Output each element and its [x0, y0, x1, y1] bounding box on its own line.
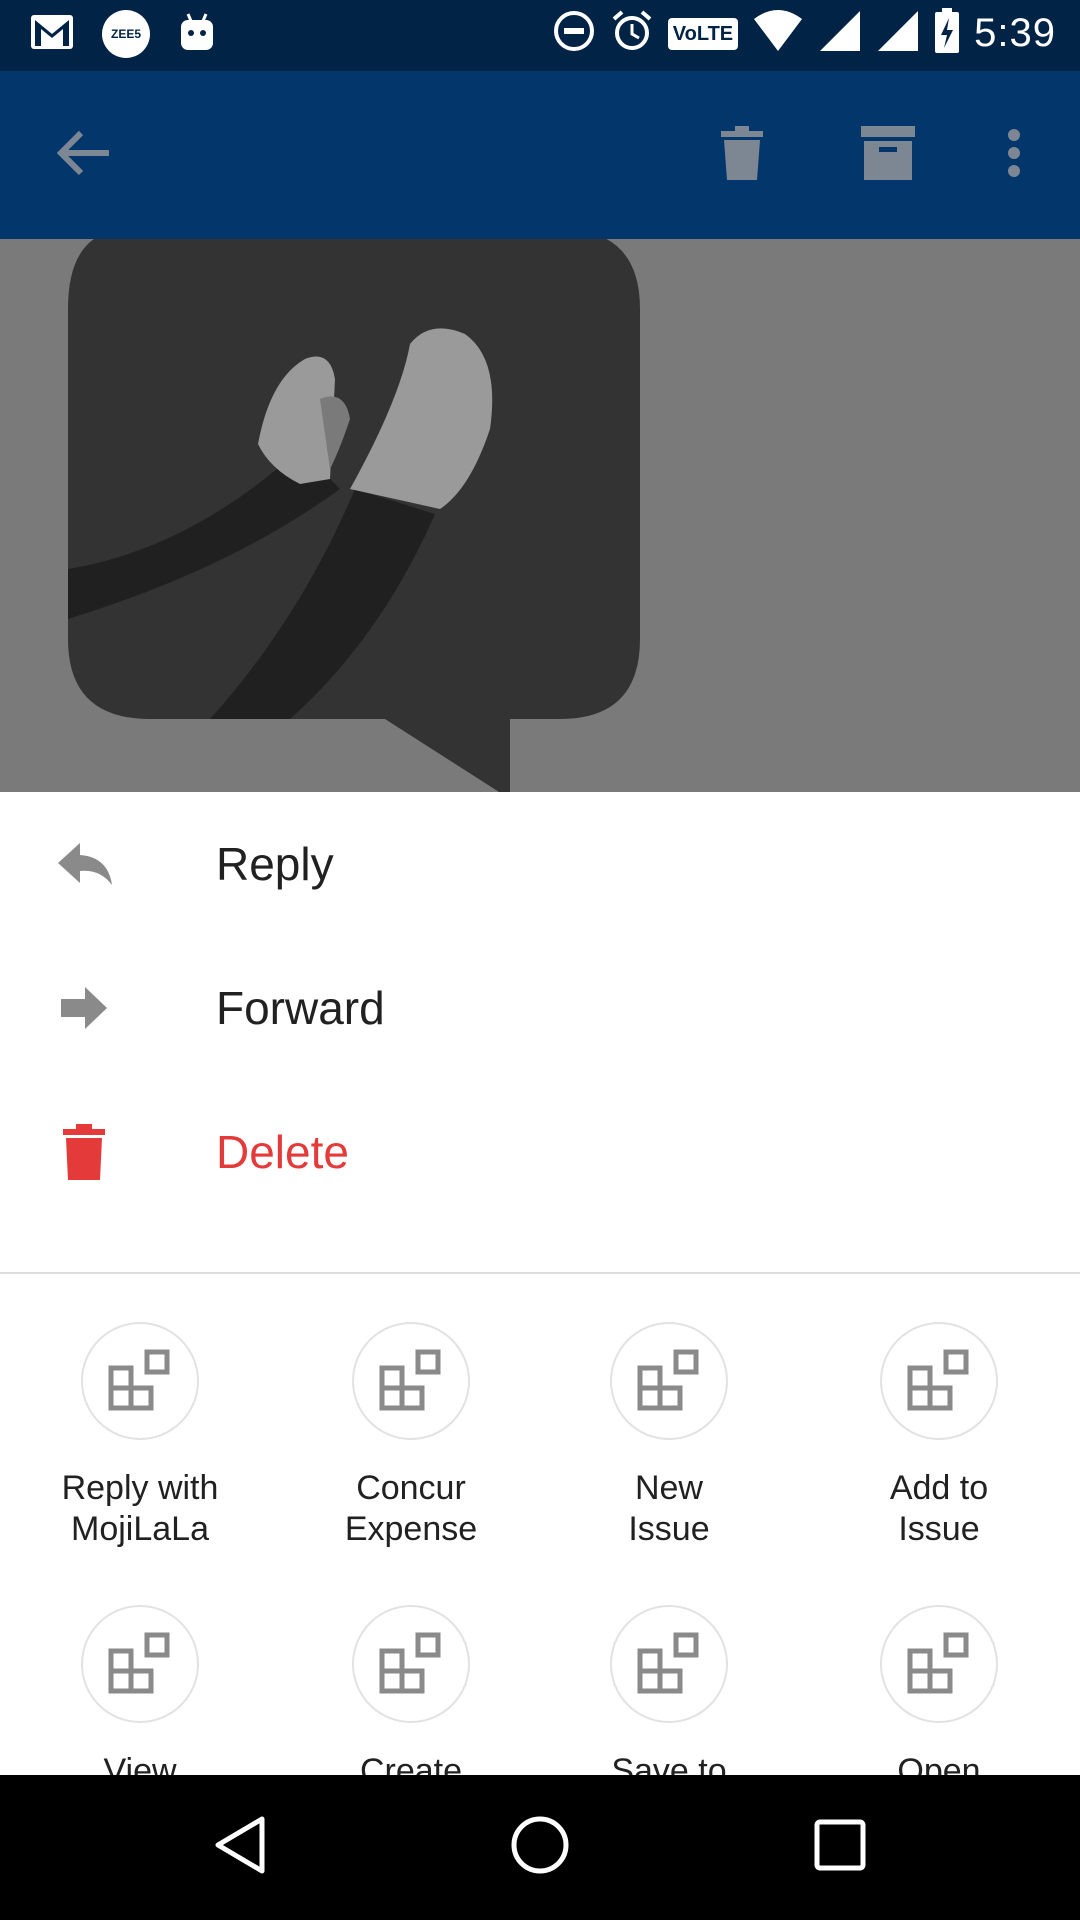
wifi-icon [752, 9, 804, 58]
app-concur-expense[interactable]: Concur Expense [276, 1322, 546, 1550]
trash-icon [721, 125, 763, 185]
nav-recents-button[interactable] [760, 1775, 920, 1920]
archive-icon [861, 125, 915, 185]
app-label: Create [359, 1752, 463, 1775]
do-not-disturb-icon [552, 9, 596, 58]
app-save-to[interactable]: Save to [534, 1605, 804, 1775]
app-icon-circle [610, 1605, 728, 1723]
app-open[interactable]: Open [804, 1605, 1074, 1775]
signal-strength-icon-2 [876, 9, 920, 58]
app-placeholder-icon [637, 1632, 699, 1694]
nav-back-icon [212, 1815, 268, 1880]
app-placeholder-icon [637, 1349, 699, 1411]
forward-icon [54, 978, 114, 1038]
forward-label: Forward [216, 982, 385, 1034]
status-bar: ZEE5 VoLTE 5:39 [0, 0, 1080, 71]
forward-menu-item[interactable]: Forward [0, 936, 1080, 1080]
app-icon-circle [880, 1605, 998, 1723]
app-placeholder-icon [108, 1632, 170, 1694]
app-icon-circle [352, 1605, 470, 1723]
battery-charging-icon [934, 8, 960, 59]
reply-menu-item[interactable]: Reply [0, 792, 1080, 936]
signal-strength-icon [818, 9, 862, 58]
app-placeholder-icon [907, 1349, 969, 1411]
sheet-divider [0, 1272, 1080, 1274]
app-bar [0, 71, 1080, 239]
reply-label: Reply [216, 838, 334, 890]
action-bottom-sheet: Reply Forward Delete Reply with MojiLaLa… [0, 792, 1080, 1775]
app-icon-circle [610, 1322, 728, 1440]
app-reply-with-mojilala[interactable]: Reply with MojiLaLa [5, 1322, 275, 1550]
app-view[interactable]: View [5, 1605, 275, 1775]
app-label: Save to [611, 1752, 727, 1775]
delete-icon [54, 1122, 114, 1182]
app-placeholder-icon [379, 1349, 441, 1411]
android-notification-icon [178, 12, 216, 57]
back-arrow-icon [56, 129, 111, 182]
app-new-issue[interactable]: New Issue [534, 1322, 804, 1550]
nav-home-button[interactable] [460, 1775, 620, 1920]
app-icon-circle [81, 1605, 199, 1723]
message-content-scrim[interactable] [0, 239, 1080, 792]
app-placeholder-icon [907, 1632, 969, 1694]
app-placeholder-icon [108, 1349, 170, 1411]
more-vert-icon [1006, 128, 1022, 183]
app-icon-circle [81, 1322, 199, 1440]
delete-toolbar-button[interactable] [702, 71, 782, 239]
delete-menu-item[interactable]: Delete [0, 1080, 1080, 1224]
app-placeholder-icon [379, 1632, 441, 1694]
app-label: Concur Expense [344, 1469, 478, 1548]
app-icon-circle [352, 1322, 470, 1440]
system-navigation-bar [0, 1775, 1080, 1920]
more-options-button[interactable] [984, 71, 1044, 239]
volte-icon: VoLTE [667, 17, 739, 50]
back-button[interactable] [40, 71, 128, 239]
reply-icon [54, 834, 114, 894]
app-label: View [103, 1752, 177, 1775]
archive-toolbar-button[interactable] [848, 71, 928, 239]
app-label: Reply with MojiLaLa [61, 1469, 219, 1548]
nav-back-button[interactable] [160, 1775, 320, 1920]
app-add-to-issue[interactable]: Add to Issue [804, 1322, 1074, 1550]
app-icon-circle [880, 1322, 998, 1440]
app-create[interactable]: Create [276, 1605, 546, 1775]
delete-label: Delete [216, 1126, 349, 1178]
sticker-image [68, 239, 640, 792]
app-label: Open [897, 1752, 981, 1775]
nav-home-icon [510, 1815, 570, 1880]
status-time: 5:39 [974, 11, 1056, 55]
nav-recents-icon [814, 1819, 866, 1876]
zee5-notification-icon: ZEE5 [102, 10, 150, 58]
app-label: New Issue [628, 1469, 710, 1548]
gmail-notification-icon [30, 14, 74, 55]
app-label: Add to Issue [889, 1469, 989, 1548]
alarm-icon [610, 9, 654, 58]
